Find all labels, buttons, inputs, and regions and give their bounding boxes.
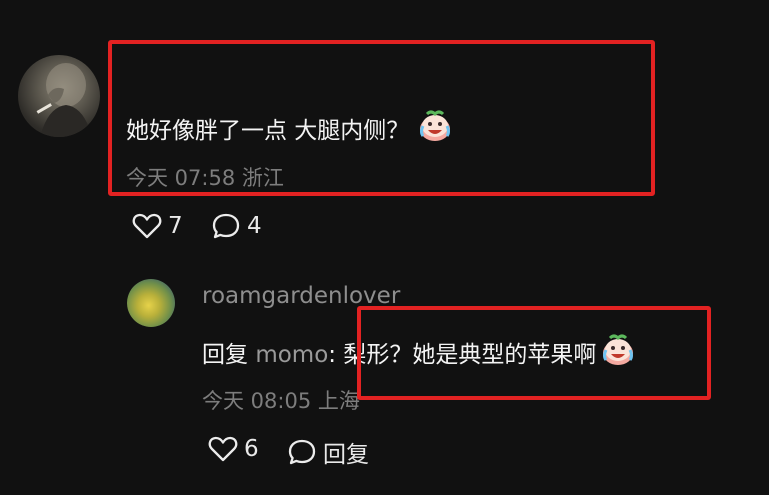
comment-text: 她好像胖了一点 大腿内侧？ — [126, 108, 453, 148]
reply-avatar[interactable] — [127, 279, 175, 327]
comment-location: 浙江 — [241, 166, 284, 190]
reply-location: 上海 — [317, 389, 360, 413]
reply-button[interactable]: 4 — [211, 212, 262, 240]
heart-icon — [208, 436, 238, 462]
heart-icon — [132, 213, 162, 239]
reply-to-reply-button[interactable]: 回复 — [287, 435, 369, 469]
avatar-photo — [36, 63, 92, 137]
comment-bubble-icon — [212, 213, 240, 239]
crying-laughing-face-icon — [420, 110, 451, 141]
crying-laughing-face-icon — [603, 334, 634, 365]
reply-action-label: 回复 — [323, 442, 369, 468]
like-count: 7 — [168, 213, 183, 239]
reply-count: 4 — [247, 213, 262, 239]
reply-like-count: 6 — [244, 436, 259, 462]
avatar[interactable] — [18, 55, 100, 137]
comment-bubble-icon — [288, 439, 316, 465]
comment-body: 她好像胖了一点 大腿内侧？ — [126, 118, 410, 144]
reply-text: 回复 momo: 梨形？她是典型的苹果啊 — [202, 332, 636, 372]
reply-like-button[interactable]: 6 — [208, 435, 259, 463]
reply-mention[interactable]: momo — [255, 342, 328, 368]
like-button[interactable]: 7 — [132, 212, 183, 240]
reply-meta: 今天 08:05 上海 — [202, 385, 360, 415]
reply-label: 回复 — [202, 342, 248, 368]
reply-body: : 梨形？她是典型的苹果啊 — [328, 342, 597, 368]
reply-time: 今天 08:05 — [202, 389, 312, 413]
reply-username[interactable]: roamgardenlover — [202, 283, 400, 309]
comment-meta: 今天 07:58 浙江 — [126, 162, 284, 192]
comment-time: 今天 07:58 — [126, 166, 236, 190]
